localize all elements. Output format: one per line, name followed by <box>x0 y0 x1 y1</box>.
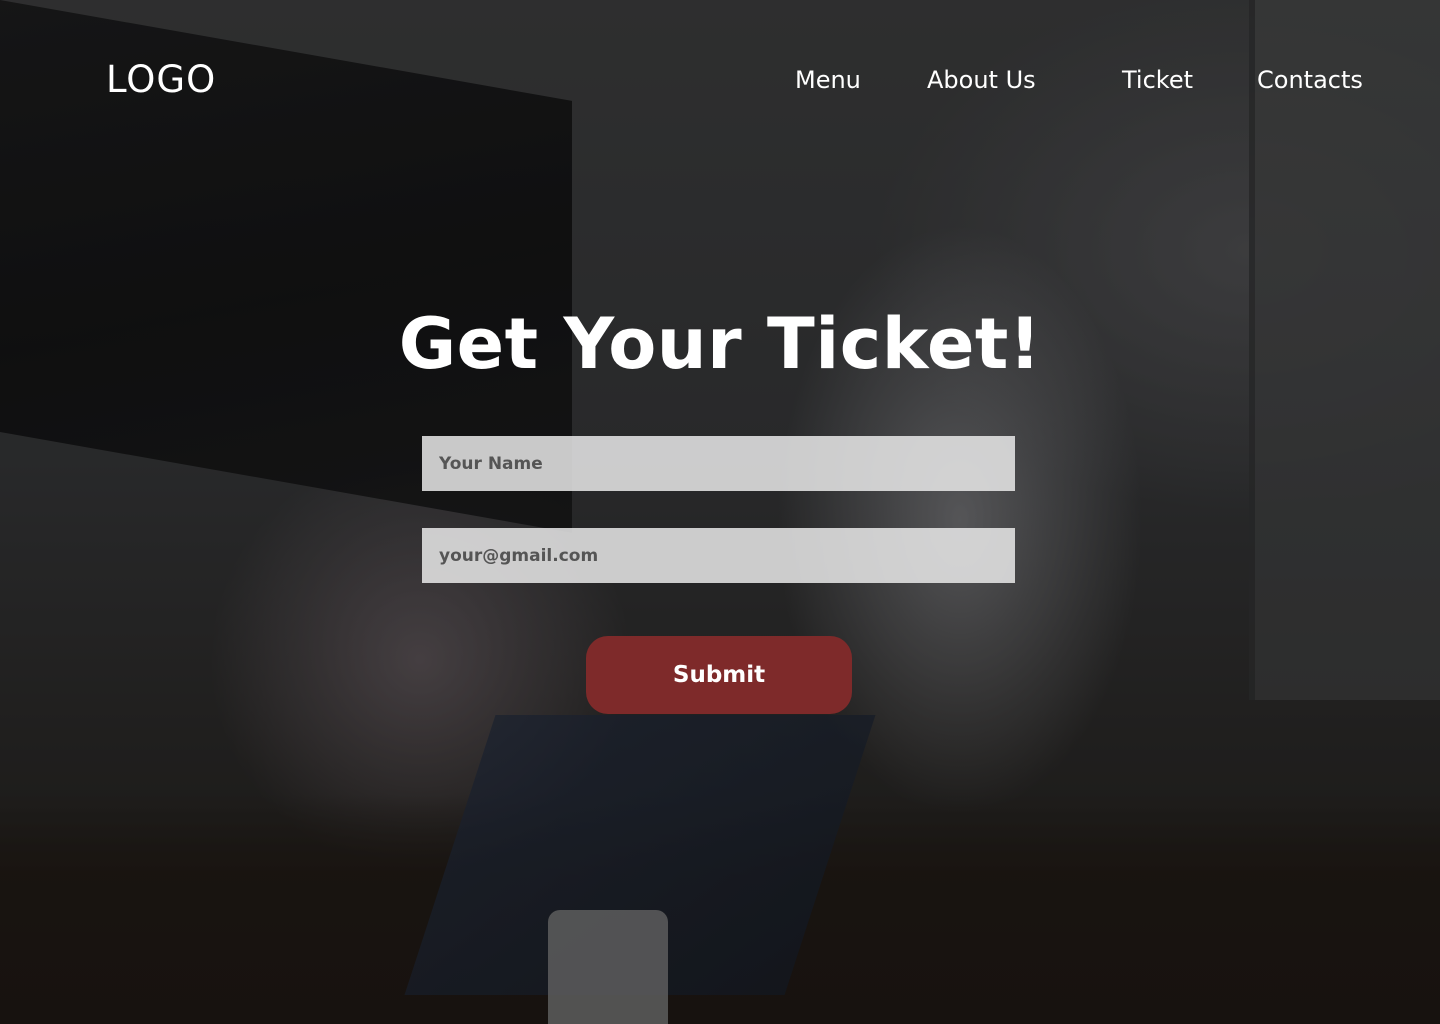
logo[interactable]: LOGO <box>106 58 216 101</box>
nav-ticket-link[interactable]: Ticket <box>1122 66 1193 94</box>
page-title: Get Your Ticket! <box>398 303 1042 385</box>
site-header: LOGO Menu About Us Ticket Contacts <box>0 0 1440 165</box>
nav-about-link[interactable]: About Us <box>927 66 1036 94</box>
submit-button[interactable]: Submit <box>586 636 852 714</box>
landing-page: LOGO Menu About Us Ticket Contacts Get Y… <box>0 0 1440 1024</box>
email-input[interactable] <box>422 528 1015 583</box>
nav-menu-link[interactable]: Menu <box>795 66 861 94</box>
nav-contacts-link[interactable]: Contacts <box>1257 66 1363 94</box>
name-input[interactable] <box>422 436 1015 491</box>
